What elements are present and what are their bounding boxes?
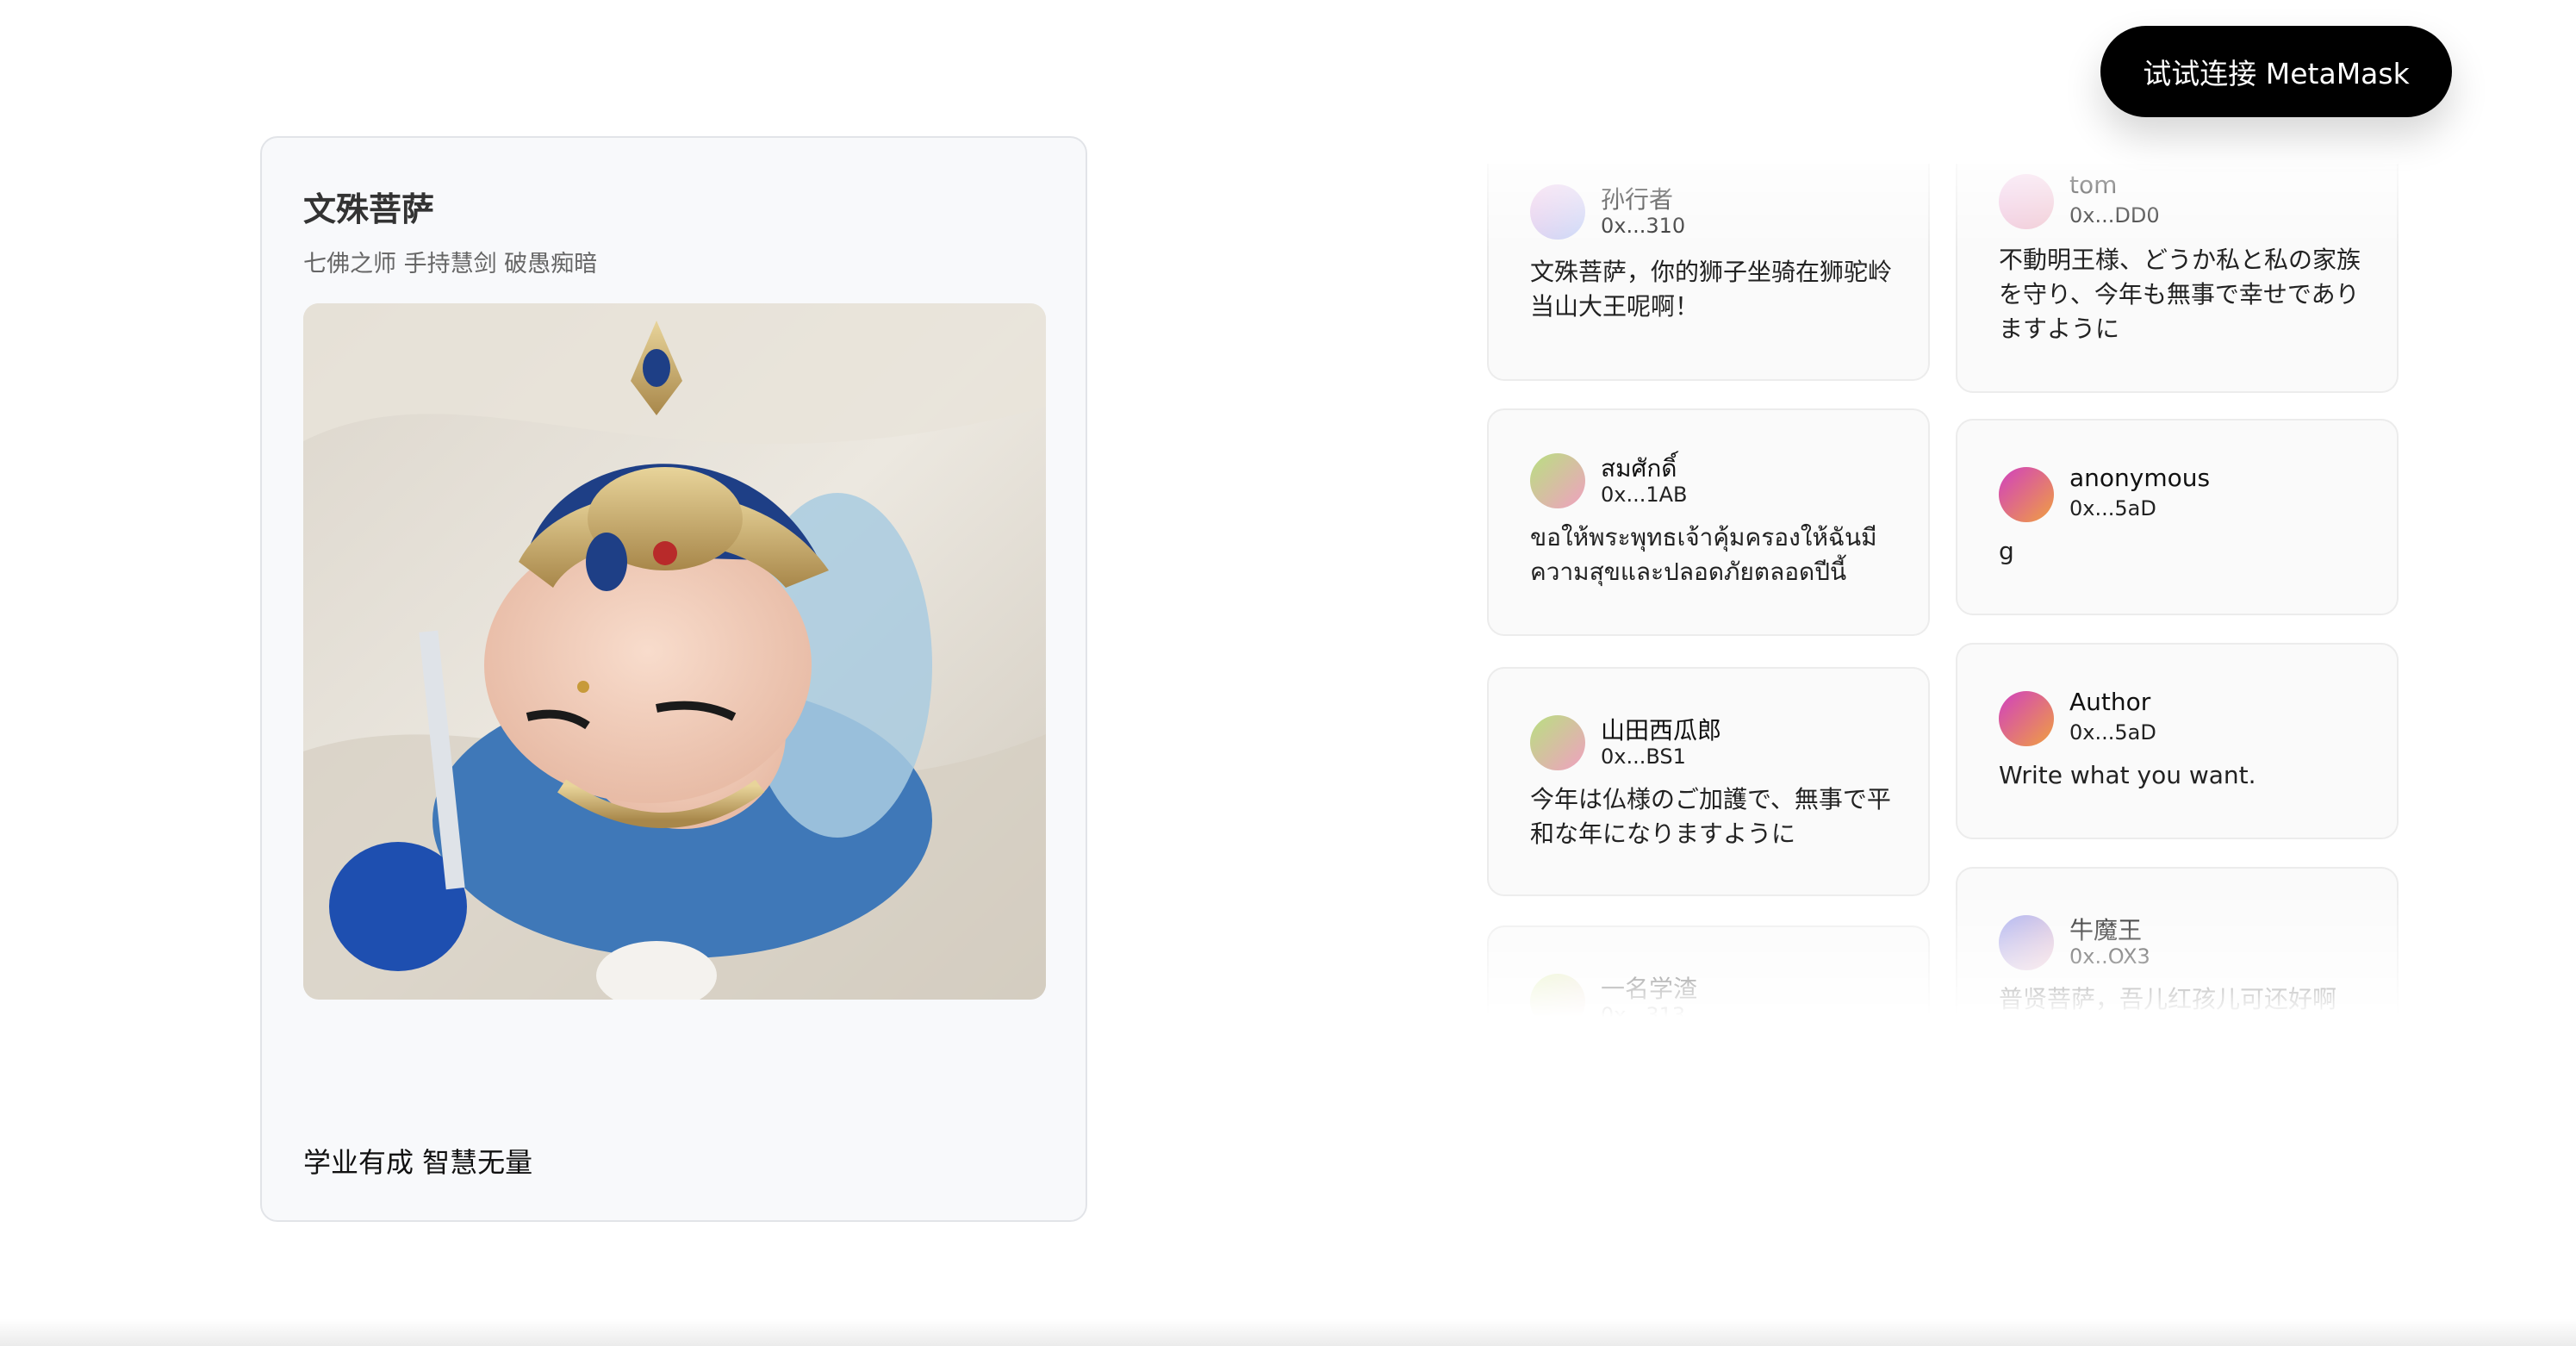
avatar [1530, 184, 1585, 240]
author-name: 牛魔王 [2069, 916, 2143, 944]
message-card[interactable]: 孙行者 0x...310 文殊菩萨，你的狮子坐骑在狮驼岭当山大王呢啊！ [1487, 164, 1930, 381]
message-card[interactable]: 牛魔王 0x..OX3 普贤菩萨，吾儿红孩儿可还好啊 [1956, 867, 2399, 1017]
message-card[interactable]: 山田西瓜郎 0x...BS1 今年は仏様のご加護で、無事で平和な年になりますよう… [1487, 667, 1930, 896]
wallet-address: 0x...1AB [1601, 483, 1688, 507]
message-text: 今年は仏様のご加護で、無事で平和な年になりますように [1530, 785, 1891, 848]
connect-metamask-button[interactable]: 试试连接 MetaMask [2100, 26, 2452, 117]
message-text: 普贤菩萨，吾儿红孩儿可还好啊 [1999, 985, 2337, 1013]
wallet-address: 0x..OX3 [2069, 944, 2150, 969]
figurine-image [303, 303, 1046, 1000]
avatar [1999, 174, 2054, 229]
message-text: Write what you want. [1999, 761, 2256, 789]
avatar [1999, 691, 2054, 746]
bodhisattva-card: 文殊菩萨 七佛之师 手持慧剑 破愚痴暗 学业有成 智慧无量 [260, 136, 1087, 1222]
wallet-address: 0x...BS1 [1601, 745, 1686, 769]
messages-wall: 孙行者 0x...310 文殊菩萨，你的狮子坐骑在狮驼岭当山大王呢啊！ สมศั… [1482, 164, 2404, 1017]
wallet-address: 0x...310 [1601, 214, 1686, 238]
author-name: 山田西瓜郎 [1601, 716, 1722, 745]
card-blessing: 学业有成 智慧无量 [303, 1146, 533, 1179]
wallet-address: 0x...5aD [2069, 720, 2156, 745]
author-name: 孙行者 [1601, 185, 1674, 214]
message-card[interactable]: Author 0x...5aD Write what you want. [1956, 643, 2399, 839]
author-name: Author [2069, 688, 2151, 716]
message-text: 不動明王様、どうか私と私の家族を守り、今年も無事で幸せでありますように [1999, 246, 2361, 343]
avatar [1999, 915, 2054, 970]
message-card[interactable]: tom 0x...DD0 不動明王様、どうか私と私の家族を守り、今年も無事で幸せ… [1956, 164, 2399, 393]
avatar [1999, 467, 2054, 522]
card-subtitle: 七佛之师 手持慧剑 破愚痴暗 [303, 251, 598, 277]
author-name: tom [2069, 171, 2118, 199]
avatar [1530, 715, 1585, 770]
message-card[interactable]: สมศักดิ์ 0x...1AB ขอให้พระพุทธเจ้าคุ้มคร… [1487, 408, 1930, 636]
message-card[interactable]: 一名学渣 0x...313 [1487, 925, 1930, 1017]
avatar [1530, 453, 1585, 508]
wallet-address: 0x...5aD [2069, 496, 2156, 520]
footer-shadow [0, 1318, 2576, 1346]
card-title: 文殊菩萨 [303, 190, 435, 228]
figurine-illustration [303, 303, 1046, 1000]
message-text: ขอให้พระพุทธเจ้าคุ้มครองให้ฉันมีความสุขแ… [1530, 523, 1877, 586]
author-name: 一名学渣 [1601, 975, 1698, 1003]
message-text: 文殊菩萨，你的狮子坐骑在狮驼岭当山大王呢啊！ [1530, 258, 1893, 321]
avatar [1530, 974, 1585, 1017]
author-name: anonymous [2069, 464, 2211, 492]
message-text: g [1999, 537, 2014, 565]
wallet-address: 0x...313 [1601, 1003, 1686, 1017]
wallet-address: 0x...DD0 [2069, 203, 2160, 227]
message-card[interactable]: anonymous 0x...5aD g [1956, 419, 2399, 615]
